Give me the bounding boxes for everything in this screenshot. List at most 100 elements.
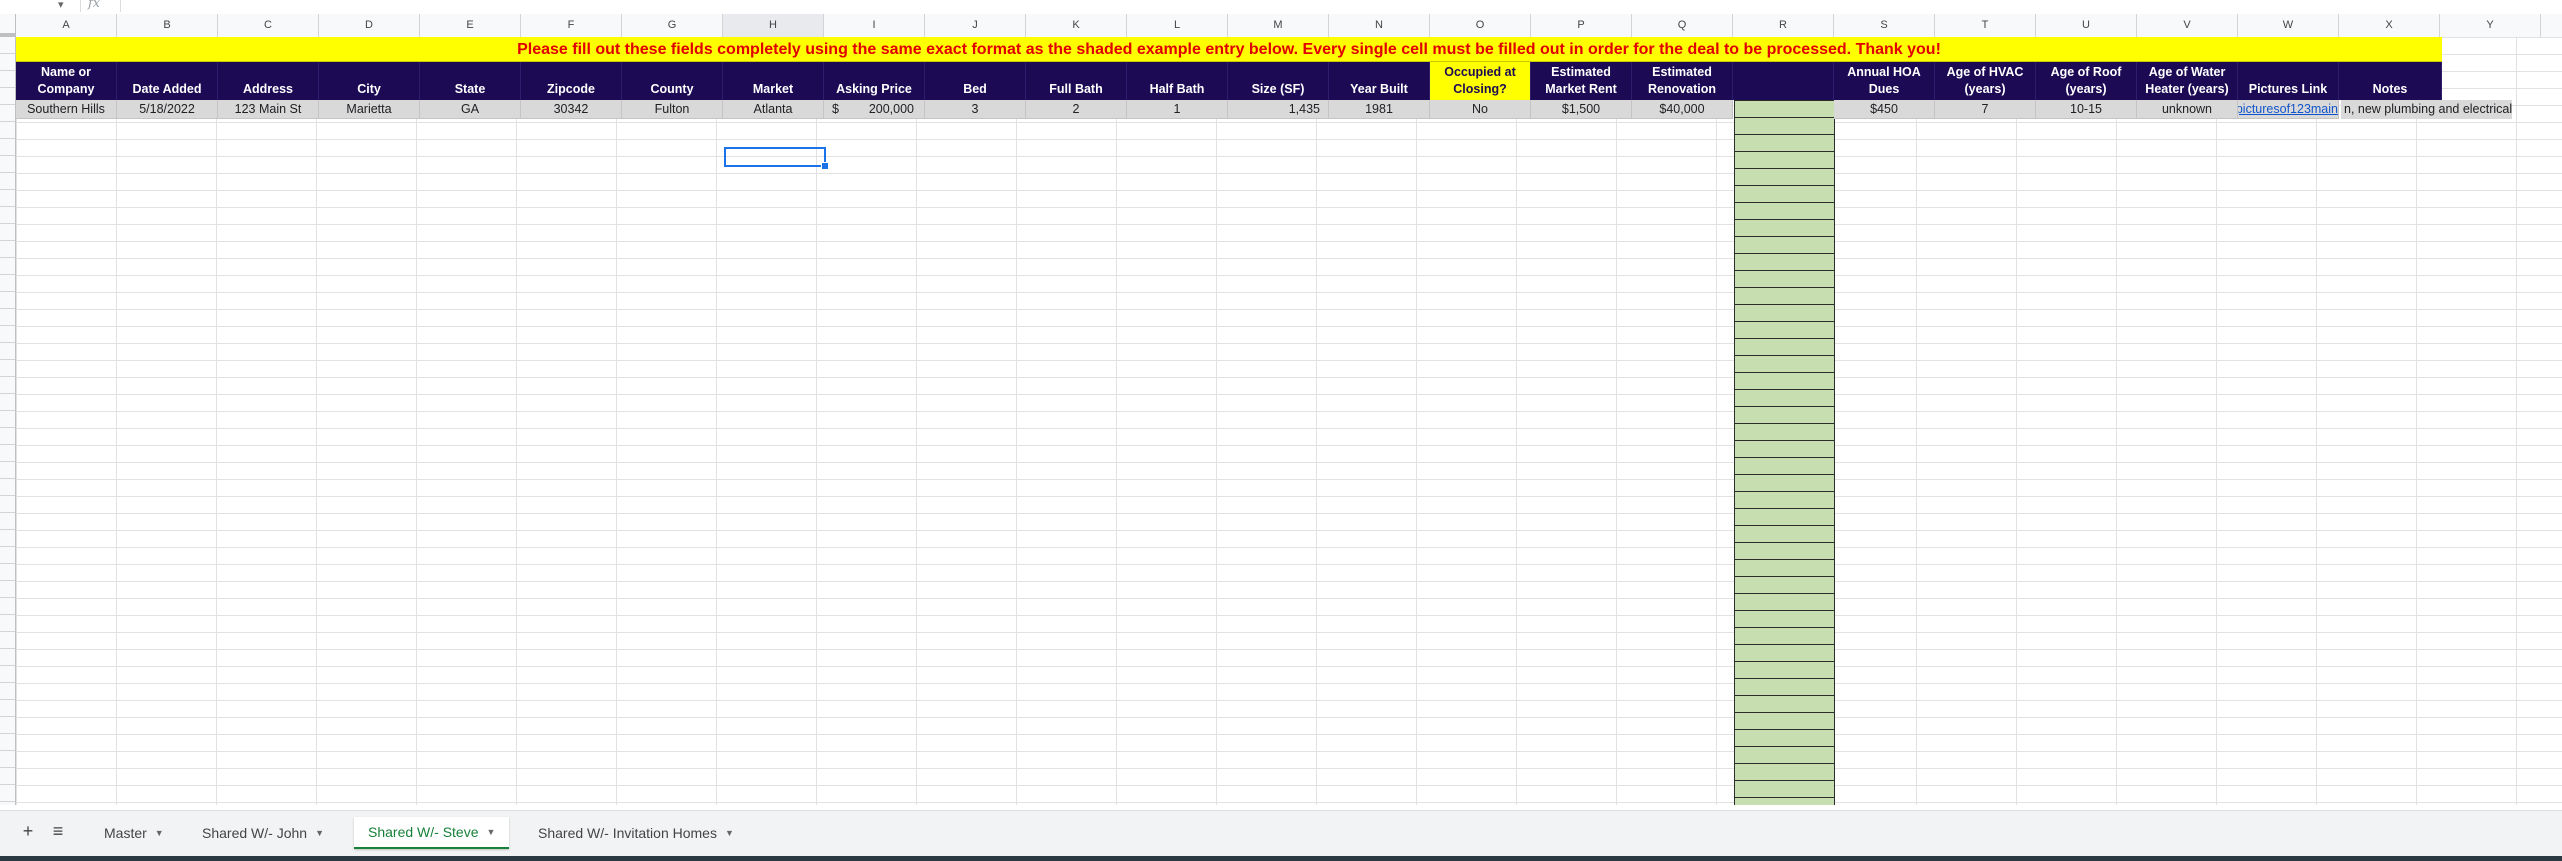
row-header[interactable] bbox=[0, 224, 15, 241]
chevron-down-icon[interactable]: ▼ bbox=[155, 817, 164, 849]
row-header[interactable] bbox=[0, 496, 15, 513]
row-header[interactable] bbox=[0, 462, 15, 479]
cell-occupied-at-closing[interactable]: No bbox=[1430, 100, 1531, 119]
column-header-q[interactable]: Q bbox=[1632, 14, 1733, 37]
select-all-corner[interactable] bbox=[0, 14, 16, 37]
cell-size-sf[interactable]: 1,435 bbox=[1228, 100, 1329, 119]
header-cell-occupied-at-closing[interactable]: Occupied at Closing? bbox=[1430, 62, 1531, 100]
column-header-v[interactable]: V bbox=[2137, 14, 2238, 37]
column-header-g[interactable]: G bbox=[622, 14, 723, 37]
column-header-n[interactable]: N bbox=[1329, 14, 1430, 37]
header-cell-age-of-roof[interactable]: Age of Roof (years) bbox=[2036, 62, 2137, 100]
row-header[interactable] bbox=[0, 445, 15, 462]
chevron-down-icon[interactable]: ▼ bbox=[315, 817, 324, 849]
row-header[interactable] bbox=[0, 683, 15, 700]
sheet-tab-shared-invitation-homes[interactable]: Shared W/- Invitation Homes ▼ bbox=[524, 817, 748, 849]
header-cell-bed[interactable]: Bed bbox=[925, 62, 1026, 100]
row-header[interactable] bbox=[0, 258, 15, 275]
row-header[interactable] bbox=[0, 751, 15, 768]
row-header[interactable] bbox=[0, 666, 15, 683]
cell-estimated-market-rent[interactable]: $1,500 bbox=[1531, 100, 1632, 119]
chevron-down-icon[interactable]: ▼ bbox=[725, 817, 734, 849]
cell-full-bath[interactable]: 2 bbox=[1026, 100, 1127, 119]
row-header[interactable] bbox=[0, 343, 15, 360]
column-header-s[interactable]: S bbox=[1834, 14, 1935, 37]
row-header[interactable] bbox=[0, 632, 15, 649]
cell-age-of-water-heater[interactable]: unknown bbox=[2137, 100, 2238, 119]
column-header-d[interactable]: D bbox=[319, 14, 420, 37]
header-cell-full-bath[interactable]: Full Bath bbox=[1026, 62, 1127, 100]
cell-address[interactable]: 123 Main St bbox=[218, 100, 319, 119]
column-header-a[interactable]: A bbox=[16, 14, 117, 37]
column-header-l[interactable]: L bbox=[1127, 14, 1228, 37]
cell-city[interactable]: Marietta bbox=[319, 100, 420, 119]
row-header[interactable] bbox=[0, 360, 15, 377]
row-header[interactable] bbox=[0, 700, 15, 717]
add-sheet-button[interactable]: + bbox=[16, 821, 40, 842]
header-cell-state[interactable]: State bbox=[420, 62, 521, 100]
header-cell-estimated-renovation[interactable]: Estimated Renovation bbox=[1632, 62, 1733, 100]
row-header[interactable] bbox=[0, 139, 15, 156]
header-cell-name-or-company[interactable]: Name or Company bbox=[16, 62, 117, 100]
header-cell-annual-hoa-dues[interactable]: Annual HOA Dues bbox=[1834, 62, 1935, 100]
column-header-i[interactable]: I bbox=[824, 14, 925, 37]
column-header-b[interactable]: B bbox=[117, 14, 218, 37]
cell-half-bath[interactable]: 1 bbox=[1127, 100, 1228, 119]
row-header[interactable] bbox=[0, 598, 15, 615]
column-header-k[interactable]: K bbox=[1026, 14, 1127, 37]
row-header[interactable] bbox=[0, 581, 15, 598]
header-cell-notes[interactable]: Notes bbox=[2339, 62, 2442, 100]
column-header-u[interactable]: U bbox=[2036, 14, 2137, 37]
cell-asking-price[interactable]: $ 200,000 bbox=[824, 100, 925, 119]
header-cell-market[interactable]: Market bbox=[723, 62, 824, 100]
header-cell-city[interactable]: City bbox=[319, 62, 420, 100]
instruction-banner[interactable]: Please fill out these fields completely … bbox=[16, 37, 2442, 62]
row-header[interactable] bbox=[0, 309, 15, 326]
cell-county[interactable]: Fulton bbox=[622, 100, 723, 119]
column-header-o[interactable]: O bbox=[1430, 14, 1531, 37]
row-header[interactable] bbox=[0, 54, 15, 71]
row-header[interactable] bbox=[0, 717, 15, 734]
cell-estimated-renovation[interactable]: $40,000 bbox=[1632, 100, 1733, 119]
column-header-p[interactable]: P bbox=[1531, 14, 1632, 37]
cell-name-or-company[interactable]: Southern Hills bbox=[16, 100, 117, 119]
cell-age-of-roof[interactable]: 10-15 bbox=[2036, 100, 2137, 119]
row-header[interactable] bbox=[0, 513, 15, 530]
cell-age-of-hvac[interactable]: 7 bbox=[1935, 100, 2036, 119]
column-header-m[interactable]: M bbox=[1228, 14, 1329, 37]
column-r-shaded[interactable] bbox=[1734, 100, 1835, 805]
column-header-j[interactable]: J bbox=[925, 14, 1026, 37]
cell-notes[interactable]: n, new plumbing and electrical bbox=[2341, 100, 2513, 119]
row-header[interactable] bbox=[0, 377, 15, 394]
header-cell-zipcode[interactable]: Zipcode bbox=[521, 62, 622, 100]
row-header[interactable] bbox=[0, 173, 15, 190]
row-header[interactable] bbox=[0, 785, 15, 802]
row-header[interactable] bbox=[0, 207, 15, 224]
sheet-tab-master[interactable]: Master ▼ bbox=[90, 817, 178, 849]
cell-market[interactable]: Atlanta bbox=[723, 100, 824, 119]
row-header[interactable] bbox=[0, 768, 15, 785]
cell-zipcode[interactable]: 30342 bbox=[521, 100, 622, 119]
row-header[interactable] bbox=[0, 71, 15, 88]
row-header[interactable] bbox=[0, 547, 15, 564]
row-header[interactable] bbox=[0, 190, 15, 207]
row-header[interactable] bbox=[0, 734, 15, 751]
header-cell-asking-price[interactable]: Asking Price bbox=[824, 62, 925, 100]
row-header-strip[interactable] bbox=[0, 37, 16, 819]
header-cell-pictures-link[interactable]: Pictures Link bbox=[2238, 62, 2339, 100]
header-cell-county[interactable]: County bbox=[622, 62, 723, 100]
header-cell-size-sf[interactable]: Size (SF) bbox=[1228, 62, 1329, 100]
cell-bed[interactable]: 3 bbox=[925, 100, 1026, 119]
column-header-t[interactable]: T bbox=[1935, 14, 2036, 37]
header-cell-age-of-water-heater[interactable]: Age of Water Heater (years) bbox=[2137, 62, 2238, 100]
cell-annual-hoa-dues[interactable]: $450 bbox=[1834, 100, 1935, 119]
row-header[interactable] bbox=[0, 241, 15, 258]
row-header[interactable] bbox=[0, 122, 15, 139]
all-sheets-menu-icon[interactable]: ≡ bbox=[46, 821, 70, 842]
cell-pictures-link[interactable]: picturesof123main bbox=[2238, 100, 2339, 119]
header-cell-half-bath[interactable]: Half Bath bbox=[1127, 62, 1228, 100]
column-header-r[interactable]: R bbox=[1733, 14, 1834, 37]
row-header[interactable] bbox=[0, 326, 15, 343]
header-cell-address[interactable]: Address bbox=[218, 62, 319, 100]
cell-year-built[interactable]: 1981 bbox=[1329, 100, 1430, 119]
